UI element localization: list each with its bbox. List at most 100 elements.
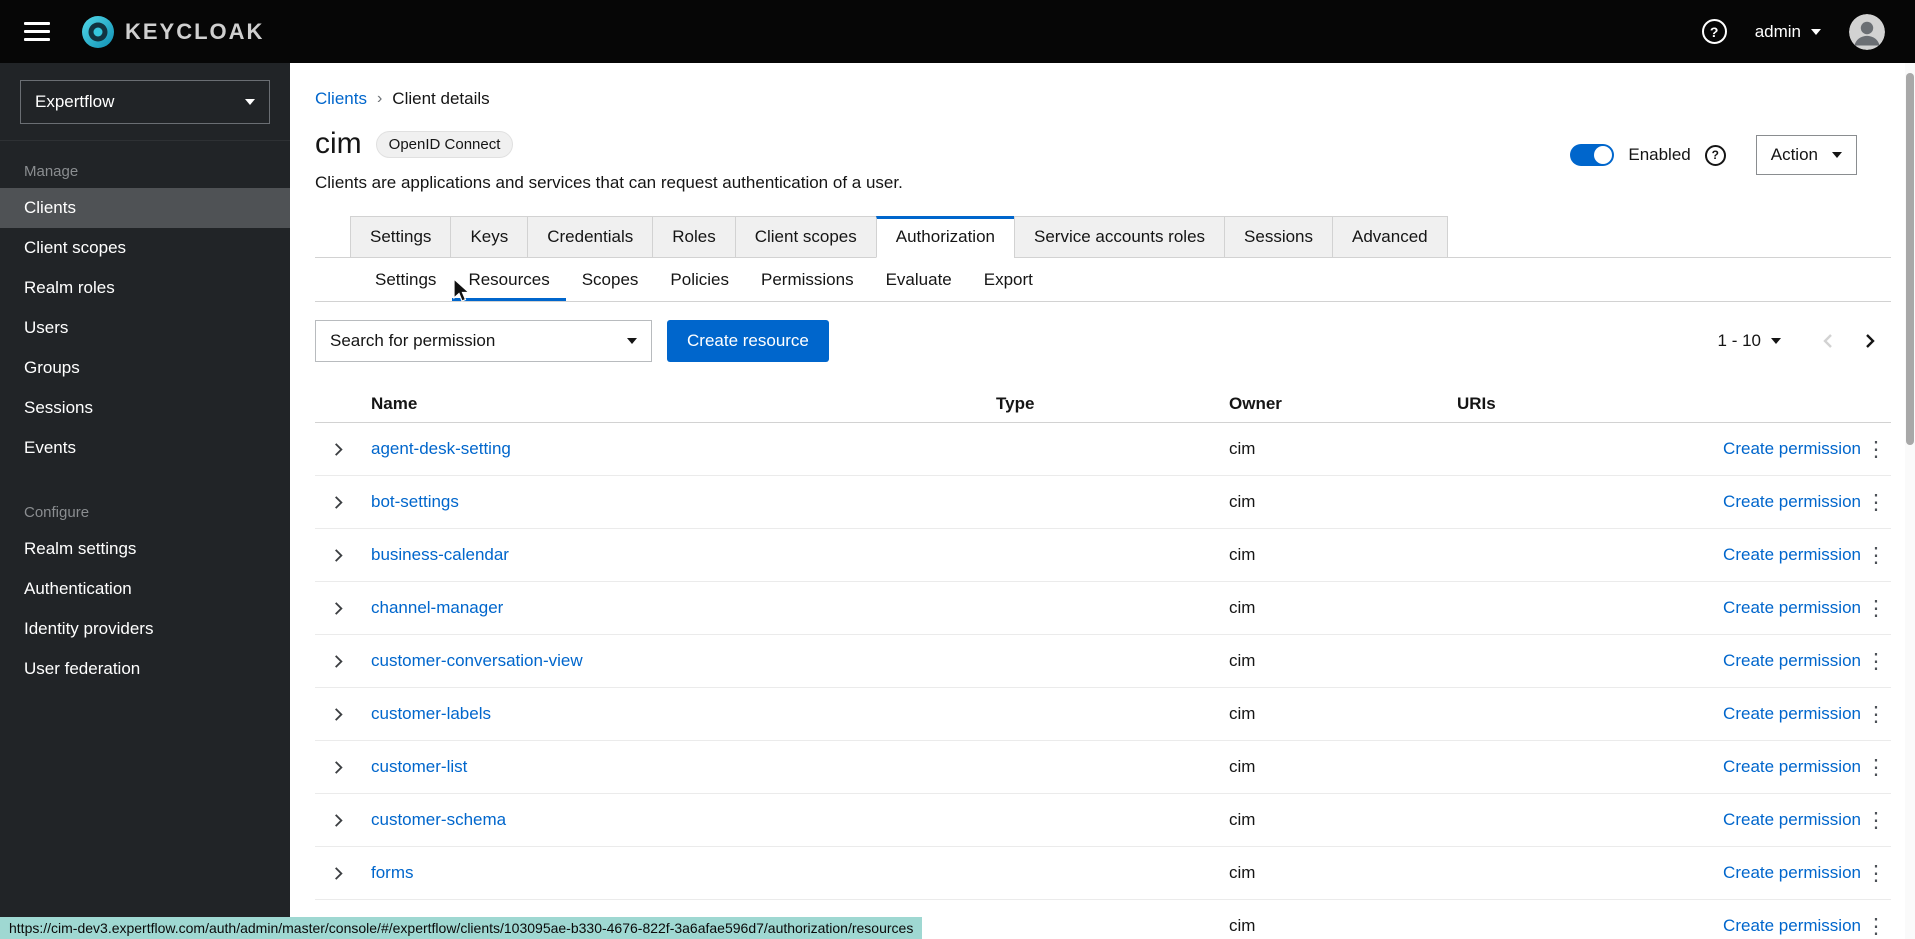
search-permission-placeholder: Search for permission — [330, 331, 495, 351]
resource-name-link[interactable]: bot-settings — [361, 492, 986, 512]
username: admin — [1755, 22, 1801, 42]
subtab-scopes[interactable]: Scopes — [566, 258, 655, 301]
create-permission-link[interactable]: Create permission — [1723, 757, 1861, 777]
tab-credentials[interactable]: Credentials — [527, 216, 653, 258]
angle-right-icon — [331, 601, 346, 616]
nav-section: Configure Realm settings Authentication … — [0, 468, 290, 689]
enabled-toggle[interactable] — [1570, 144, 1614, 166]
kebab-menu-icon[interactable]: ⋮ — [1866, 545, 1887, 566]
search-permission-select[interactable]: Search for permission — [315, 320, 652, 362]
create-permission-link[interactable]: Create permission — [1723, 545, 1861, 565]
resource-name-link[interactable]: channel-manager — [361, 598, 986, 618]
kebab-menu-icon[interactable]: ⋮ — [1866, 704, 1887, 725]
kebab-menu-icon[interactable]: ⋮ — [1866, 757, 1887, 778]
tab-settings[interactable]: Settings — [350, 216, 451, 258]
expand-row-button[interactable] — [315, 760, 361, 775]
sidebar-item-events[interactable]: Events — [0, 428, 290, 468]
pagination-next-button[interactable] — [1849, 326, 1891, 356]
sidebar-item-sessions[interactable]: Sessions — [0, 388, 290, 428]
angle-right-icon — [331, 760, 346, 775]
nav-toggle-icon[interactable] — [24, 22, 50, 41]
sidebar-item-users[interactable]: Users — [0, 308, 290, 348]
column-header-uris: URIs — [1447, 394, 1691, 414]
create-permission-link[interactable]: Create permission — [1723, 863, 1861, 883]
subtab-policies[interactable]: Policies — [654, 258, 745, 301]
expand-row-button[interactable] — [315, 866, 361, 881]
create-resource-button[interactable]: Create resource — [667, 320, 829, 362]
resource-name-link[interactable]: customer-conversation-view — [361, 651, 986, 671]
sidebar-item-authentication[interactable]: Authentication — [0, 569, 290, 609]
resource-name-link[interactable]: customer-schema — [361, 810, 986, 830]
page-scrollbar[interactable] — [1905, 63, 1915, 939]
tab-keys[interactable]: Keys — [450, 216, 528, 258]
breadcrumb-separator-icon: › — [377, 90, 382, 108]
sidebar-item-realm-roles[interactable]: Realm roles — [0, 268, 290, 308]
table-row: forms cim Create permission ⋮ — [315, 847, 1891, 900]
sidebar-item-clients[interactable]: Clients — [0, 188, 290, 228]
nav-section-items: Realm settings Authentication Identity p… — [0, 529, 290, 689]
expand-row-button[interactable] — [315, 813, 361, 828]
kebab-menu-icon[interactable]: ⋮ — [1866, 439, 1887, 460]
sidebar-item-realm-settings[interactable]: Realm settings — [0, 529, 290, 569]
expand-row-button[interactable] — [315, 548, 361, 563]
table-row: bot-settings cim Create permission ⋮ — [315, 476, 1891, 529]
help-icon[interactable]: ? — [1702, 19, 1727, 44]
tab-sessions[interactable]: Sessions — [1224, 216, 1333, 258]
action-dropdown-label: Action — [1771, 145, 1818, 165]
tab-authorization[interactable]: Authorization — [876, 216, 1015, 258]
tab-client-scopes[interactable]: Client scopes — [735, 216, 877, 258]
keycloak-logo[interactable]: KEYCLOAK — [80, 14, 264, 50]
resource-name-link[interactable]: business-calendar — [361, 545, 986, 565]
expand-row-button[interactable] — [315, 707, 361, 722]
breadcrumb-clients-link[interactable]: Clients — [315, 89, 367, 109]
tab-advanced[interactable]: Advanced — [1332, 216, 1448, 258]
resource-name-link[interactable]: customer-list — [361, 757, 986, 777]
subtab-export[interactable]: Export — [968, 258, 1049, 301]
pagination-range-dropdown[interactable]: 1 - 10 — [1718, 331, 1807, 351]
resource-name-link[interactable]: forms — [361, 863, 986, 883]
resource-name-link[interactable]: agent-desk-setting — [361, 439, 986, 459]
kebab-menu-icon[interactable]: ⋮ — [1866, 810, 1887, 831]
user-menu[interactable]: admin — [1755, 22, 1821, 42]
pagination-prev-button[interactable] — [1807, 326, 1849, 356]
avatar[interactable] — [1849, 14, 1885, 50]
create-permission-link[interactable]: Create permission — [1723, 598, 1861, 618]
status-bar: https://cim-dev3.expertflow.com/auth/adm… — [0, 917, 922, 939]
table-row: business-calendar cim Create permission … — [315, 529, 1891, 582]
subtab-evaluate[interactable]: Evaluate — [870, 258, 968, 301]
subtab-permissions[interactable]: Permissions — [745, 258, 870, 301]
kebab-menu-icon[interactable]: ⋮ — [1866, 492, 1887, 513]
kebab-menu-icon[interactable]: ⋮ — [1866, 598, 1887, 619]
scrollbar-thumb[interactable] — [1906, 73, 1914, 445]
sidebar-item-groups[interactable]: Groups — [0, 348, 290, 388]
create-permission-link[interactable]: Create permission — [1723, 492, 1861, 512]
sidebar-item-identity-providers[interactable]: Identity providers — [0, 609, 290, 649]
angle-left-icon — [1821, 332, 1835, 350]
client-tabs: SettingsKeysCredentialsRolesClient scope… — [350, 216, 1891, 257]
subtab-settings[interactable]: Settings — [359, 258, 452, 301]
create-permission-link[interactable]: Create permission — [1723, 439, 1861, 459]
expand-row-button[interactable] — [315, 495, 361, 510]
kebab-menu-icon[interactable]: ⋮ — [1866, 916, 1887, 937]
create-permission-link[interactable]: Create permission — [1723, 704, 1861, 724]
kebab-menu-icon[interactable]: ⋮ — [1866, 651, 1887, 672]
enabled-help-icon[interactable]: ? — [1705, 145, 1726, 166]
resource-name-link[interactable]: customer-labels — [361, 704, 986, 724]
chevron-down-icon — [245, 99, 255, 105]
expand-row-button[interactable] — [315, 654, 361, 669]
resource-table-head: NameTypeOwnerURIs — [315, 385, 1891, 423]
expand-row-button[interactable] — [315, 601, 361, 616]
action-dropdown[interactable]: Action — [1756, 135, 1857, 175]
tab-roles[interactable]: Roles — [652, 216, 735, 258]
create-permission-link[interactable]: Create permission — [1723, 651, 1861, 671]
sidebar-item-user-federation[interactable]: User federation — [0, 649, 290, 689]
create-permission-link[interactable]: Create permission — [1723, 916, 1861, 936]
kebab-menu-icon[interactable]: ⋮ — [1866, 863, 1887, 884]
table-row: customer-labels cim Create permission ⋮ — [315, 688, 1891, 741]
create-permission-link[interactable]: Create permission — [1723, 810, 1861, 830]
tab-service-accounts-roles[interactable]: Service accounts roles — [1014, 216, 1225, 258]
realm-selector[interactable]: Expertflow — [20, 80, 270, 124]
authorization-subtabs: SettingsResourcesScopesPoliciesPermissio… — [359, 258, 1891, 301]
sidebar-item-client-scopes[interactable]: Client scopes — [0, 228, 290, 268]
expand-row-button[interactable] — [315, 442, 361, 457]
